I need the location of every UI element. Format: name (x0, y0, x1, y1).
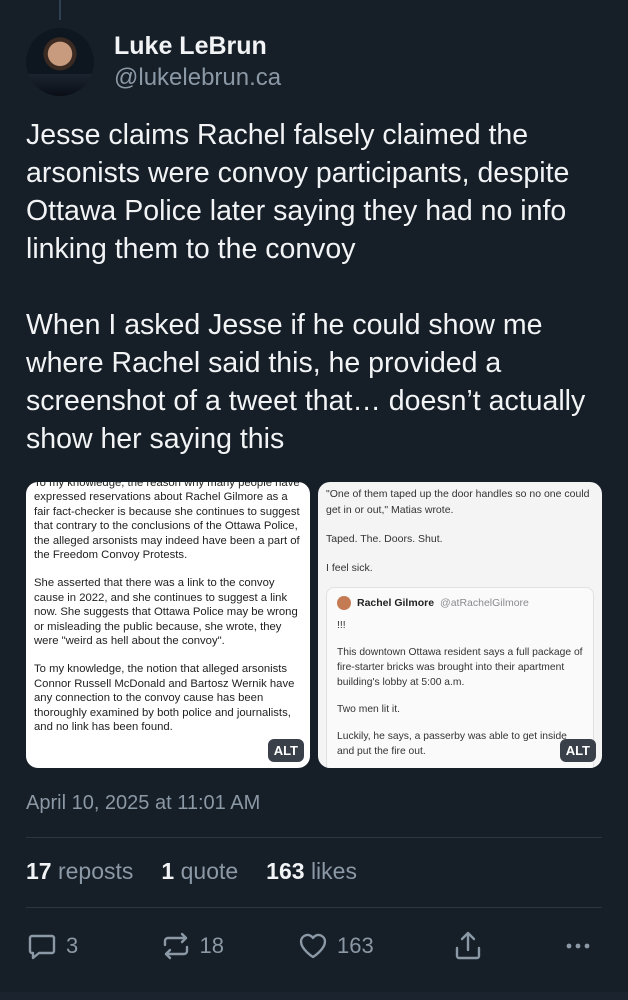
tweet-line: "One of them taped up the door handles s… (326, 488, 590, 516)
thread-line (59, 0, 61, 20)
quote-header: Rachel Gilmore @atRachelGilmore (337, 596, 583, 610)
quotes-stat[interactable]: 1 quote (161, 858, 238, 885)
display-name[interactable]: Luke LeBrun (114, 30, 281, 62)
author-names: Luke LeBrun @lukelebrun.ca (114, 30, 281, 94)
image-gallery: To my knowledge, the reason why many peo… (26, 482, 602, 768)
quote-avatar (337, 596, 351, 610)
author-handle[interactable]: @lukelebrun.ca (114, 62, 281, 94)
quote-name: Rachel Gilmore (357, 597, 435, 609)
likes-stat[interactable]: 163 likes (266, 858, 357, 885)
quote-line: This downtown Ottawa resident says a ful… (337, 647, 583, 688)
repost-arrows-icon (163, 932, 188, 960)
divider (26, 907, 602, 908)
ellipsis-icon (566, 943, 590, 949)
reposts-label: reposts (57, 858, 134, 884)
image-left[interactable]: To my knowledge, the reason why many peo… (26, 482, 310, 768)
share-icon (456, 931, 481, 960)
likes-label: likes (310, 858, 357, 884)
post-text: Jesse claims Rachel falsely claimed the … (26, 119, 586, 455)
reply-button[interactable]: 3 (26, 930, 160, 962)
action-bar: 3 18 163 (26, 928, 602, 964)
document-paragraph: To my knowledge, the notion that alleged… (34, 663, 295, 734)
quote-line: Two men lit it. (337, 704, 400, 715)
avatar[interactable] (26, 28, 94, 96)
quote-line: Luckily, he says, a passerby was able to… (337, 731, 567, 757)
quote-handle: @atRachelGilmore (440, 597, 529, 609)
image-right[interactable]: "One of them taped up the door handles s… (318, 482, 602, 768)
document-paragraph: To my knowledge, the reason why many peo… (34, 482, 300, 562)
more-button[interactable] (562, 930, 602, 962)
likes-count: 163 (266, 858, 305, 884)
timestamp[interactable]: April 10, 2025 at 11:01 AM (26, 792, 260, 815)
repost-count: 18 (199, 933, 224, 958)
tweet-line: Taped. The. Doors. Shut. (326, 533, 443, 545)
alt-badge[interactable]: ALT (267, 739, 304, 762)
reply-count: 3 (66, 933, 79, 958)
document-screenshot: To my knowledge, the reason why many peo… (34, 482, 302, 735)
repost-button[interactable]: 18 (160, 930, 297, 962)
reposts-stat[interactable]: 17 reposts (26, 858, 133, 885)
engagement-stats: 17 reposts 1 quote 163 likes (26, 858, 385, 885)
quotes-label: quote (180, 858, 239, 884)
bottom-divider (0, 992, 628, 1000)
quoted-tweet: Rachel Gilmore @atRachelGilmore !!! This… (326, 587, 594, 768)
alt-badge[interactable]: ALT (559, 739, 596, 762)
share-button[interactable] (452, 930, 562, 962)
speech-bubble-icon (28, 934, 56, 960)
divider (26, 837, 602, 838)
heart-icon (299, 933, 327, 959)
document-paragraph: She asserted that there was a link to th… (34, 577, 298, 648)
quote-line: !!! (337, 620, 346, 631)
reposts-count: 17 (26, 858, 52, 884)
tweet-line: I feel sick. (326, 562, 373, 574)
like-count: 163 (336, 933, 374, 958)
quotes-count: 1 (161, 858, 175, 884)
post-header: Luke LeBrun @lukelebrun.ca (26, 28, 281, 96)
like-button[interactable]: 163 (297, 930, 452, 962)
